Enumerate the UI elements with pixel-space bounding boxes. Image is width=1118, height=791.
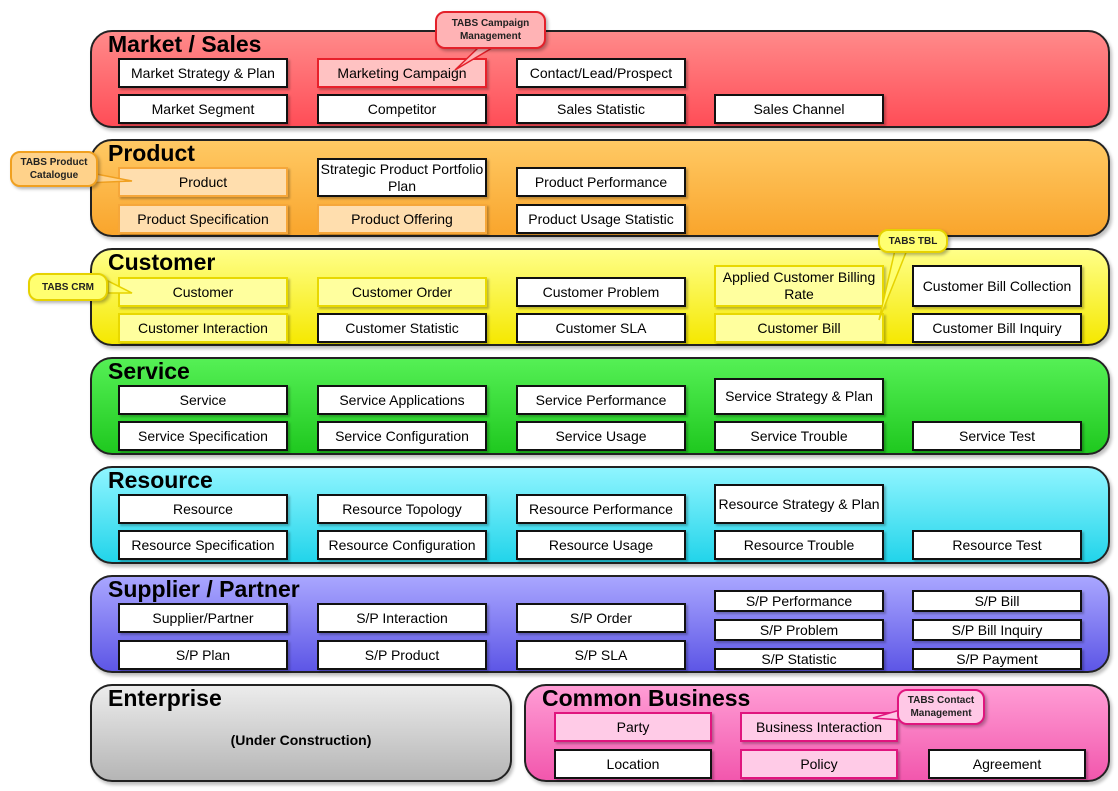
entity-sp-problem[interactable]: S/P Problem <box>714 619 884 641</box>
entity-product-offering[interactable]: Product Offering <box>317 204 487 234</box>
entity-resource-specification[interactable]: Resource Specification <box>118 530 288 560</box>
entity-service[interactable]: Service <box>118 385 288 415</box>
entity-sp-bill-inquiry[interactable]: S/P Bill Inquiry <box>912 619 1082 641</box>
entity-sales-statistic[interactable]: Sales Statistic <box>516 94 686 124</box>
band-title: Enterprise <box>108 685 222 711</box>
band-enterprise: Enterprise (Under Construction) <box>90 684 512 782</box>
entity-service-test[interactable]: Service Test <box>912 421 1082 451</box>
callout-tabs-contact-management: TABS Contact Management <box>897 689 985 725</box>
entity-customer-statistic[interactable]: Customer Statistic <box>317 313 487 343</box>
entity-resource-test[interactable]: Resource Test <box>912 530 1082 560</box>
entity-resource-trouble[interactable]: Resource Trouble <box>714 530 884 560</box>
entity-marketing-campaign[interactable]: Marketing Campaign <box>317 58 487 88</box>
entity-sp-plan[interactable]: S/P Plan <box>118 640 288 670</box>
entity-service-trouble[interactable]: Service Trouble <box>714 421 884 451</box>
entity-service-strategy-plan[interactable]: Service Strategy & Plan <box>714 378 884 415</box>
entity-customer-order[interactable]: Customer Order <box>317 277 487 307</box>
entity-service-applications[interactable]: Service Applications <box>317 385 487 415</box>
under-construction-note: (Under Construction) <box>230 732 372 748</box>
entity-product-specification[interactable]: Product Specification <box>118 204 288 234</box>
band-title: Supplier / Partner <box>108 576 300 602</box>
band-title: Service <box>108 358 190 384</box>
band-service: Service Service Service Applications Ser… <box>90 357 1110 455</box>
entity-sp-sla[interactable]: S/P SLA <box>516 640 686 670</box>
entity-location[interactable]: Location <box>554 749 712 779</box>
entity-sp-product[interactable]: S/P Product <box>317 640 487 670</box>
entity-sp-payment[interactable]: S/P Payment <box>912 648 1082 670</box>
callout-tabs-campaign-management: TABS Campaign Management <box>435 11 546 49</box>
entity-strategic-product-portfolio-plan[interactable]: Strategic Product Portfolio Plan <box>317 158 487 197</box>
entity-service-performance[interactable]: Service Performance <box>516 385 686 415</box>
entity-business-interaction[interactable]: Business Interaction <box>740 712 898 742</box>
entity-resource-topology[interactable]: Resource Topology <box>317 494 487 524</box>
band-resource: Resource Resource Resource Topology Reso… <box>90 466 1110 564</box>
entity-policy[interactable]: Policy <box>740 749 898 779</box>
entity-sp-order[interactable]: S/P Order <box>516 603 686 633</box>
entity-customer-interaction[interactable]: Customer Interaction <box>118 313 288 343</box>
entity-market-strategy-plan[interactable]: Market Strategy & Plan <box>118 58 288 88</box>
band-market-sales: Market / Sales Market Strategy & Plan Ma… <box>90 30 1110 128</box>
band-common-business: Common Business Party Business Interacti… <box>524 684 1110 782</box>
entity-product-performance[interactable]: Product Performance <box>516 167 686 197</box>
entity-contact-lead-prospect[interactable]: Contact/Lead/Prospect <box>516 58 686 88</box>
entity-customer-bill-inquiry[interactable]: Customer Bill Inquiry <box>912 313 1082 343</box>
entity-sales-channel[interactable]: Sales Channel <box>714 94 884 124</box>
entity-supplier-partner[interactable]: Supplier/Partner <box>118 603 288 633</box>
band-customer: Customer Customer Customer Order Custome… <box>90 248 1110 346</box>
band-supplier-partner: Supplier / Partner Supplier/Partner S/P … <box>90 575 1110 673</box>
entity-sp-performance[interactable]: S/P Performance <box>714 590 884 612</box>
entity-party[interactable]: Party <box>554 712 712 742</box>
callout-tabs-tbl: TABS TBL <box>878 229 948 253</box>
entity-product-usage-statistic[interactable]: Product Usage Statistic <box>516 204 686 234</box>
entity-resource-strategy-plan[interactable]: Resource Strategy & Plan <box>714 484 884 524</box>
band-title: Common Business <box>542 685 751 711</box>
entity-customer-sla[interactable]: Customer SLA <box>516 313 686 343</box>
entity-sp-interaction[interactable]: S/P Interaction <box>317 603 487 633</box>
entity-service-configuration[interactable]: Service Configuration <box>317 421 487 451</box>
entity-sp-bill[interactable]: S/P Bill <box>912 590 1082 612</box>
entity-resource-configuration[interactable]: Resource Configuration <box>317 530 487 560</box>
entity-resource-performance[interactable]: Resource Performance <box>516 494 686 524</box>
entity-customer[interactable]: Customer <box>118 277 288 307</box>
entity-customer-problem[interactable]: Customer Problem <box>516 277 686 307</box>
entity-sp-statistic[interactable]: S/P Statistic <box>714 648 884 670</box>
band-title: Customer <box>108 249 216 275</box>
entity-product[interactable]: Product <box>118 167 288 197</box>
entity-competitor[interactable]: Competitor <box>317 94 487 124</box>
entity-resource-usage[interactable]: Resource Usage <box>516 530 686 560</box>
band-title: Resource <box>108 467 213 493</box>
band-title: Product <box>108 140 195 166</box>
callout-tabs-product-catalogue: TABS Product Catalogue <box>10 151 98 187</box>
entity-market-segment[interactable]: Market Segment <box>118 94 288 124</box>
entity-applied-customer-billing-rate[interactable]: Applied Customer Billing Rate <box>714 265 884 307</box>
entity-resource[interactable]: Resource <box>118 494 288 524</box>
band-title: Market / Sales <box>108 31 262 57</box>
entity-agreement[interactable]: Agreement <box>928 749 1086 779</box>
entity-service-usage[interactable]: Service Usage <box>516 421 686 451</box>
entity-customer-bill-collection[interactable]: Customer Bill Collection <box>912 265 1082 307</box>
entity-service-specification[interactable]: Service Specification <box>118 421 288 451</box>
entity-customer-bill[interactable]: Customer Bill <box>714 313 884 343</box>
band-product: Product Product Strategic Product Portfo… <box>90 139 1110 237</box>
callout-tabs-crm: TABS CRM <box>28 273 108 301</box>
